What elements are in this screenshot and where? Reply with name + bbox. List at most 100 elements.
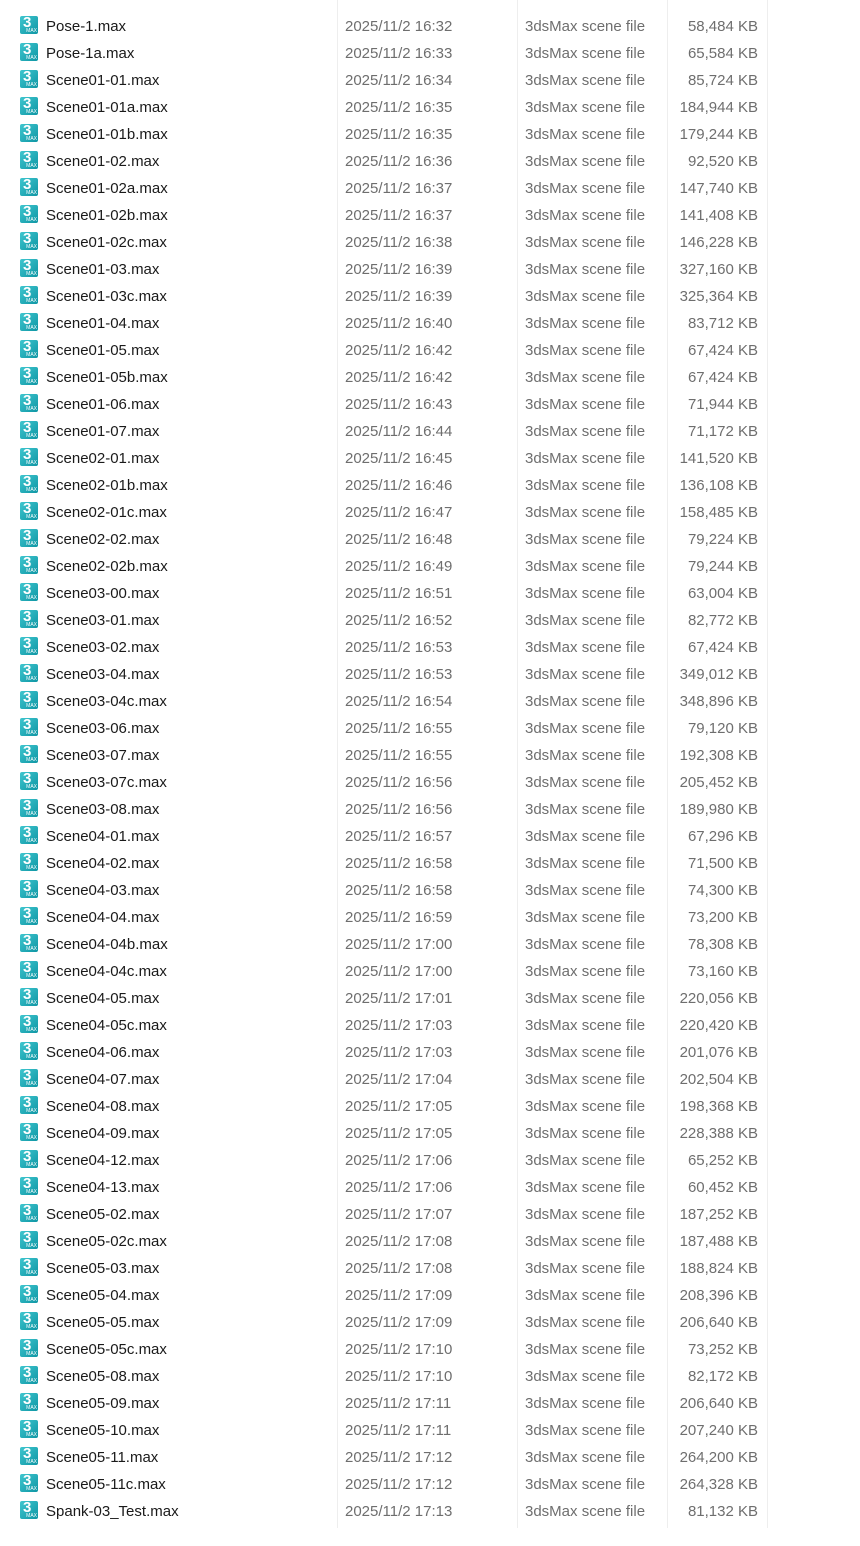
- file-row[interactable]: 3 MAX Scene04-06.max 2025/11/2 17:03 3dsMax …: [0, 1040, 860, 1067]
- file-row[interactable]: 3 MAX Scene04-05c.max 2025/11/2 17:03 3dsMax…: [0, 1013, 860, 1040]
- file-row[interactable]: 3 MAX Scene04-07.max 2025/11/2 17:04 3dsMax …: [0, 1067, 860, 1094]
- file-row[interactable]: 3 MAX Scene03-02.max 2025/11/2 16:53 3dsMax …: [0, 635, 860, 662]
- file-name[interactable]: Scene02-01.max: [46, 449, 159, 469]
- file-row[interactable]: 3 MAX Pose-1a.max 2025/11/2 16:33 3dsMax sce…: [0, 41, 860, 68]
- file-row[interactable]: 3 MAX Scene05-08.max 2025/11/2 17:10 3dsMax …: [0, 1364, 860, 1391]
- file-name[interactable]: Scene01-02c.max: [46, 233, 167, 253]
- file-name[interactable]: Scene05-04.max: [46, 1286, 159, 1306]
- file-row[interactable]: 3 MAX Pose-1.max 2025/11/2 16:32 3dsMax scen…: [0, 14, 860, 41]
- file-row[interactable]: 3 MAX Scene01-02.max 2025/11/2 16:36 3dsMax …: [0, 149, 860, 176]
- file-row[interactable]: 3 MAX Scene01-02c.max 2025/11/2 16:38 3dsMax…: [0, 230, 860, 257]
- file-row[interactable]: 3 MAX Scene03-04.max 2025/11/2 16:53 3dsMax …: [0, 662, 860, 689]
- file-row[interactable]: 3 MAX Scene02-01c.max 2025/11/2 16:47 3dsMax…: [0, 500, 860, 527]
- file-row[interactable]: 3 MAX Scene03-08.max 2025/11/2 16:56 3dsMax …: [0, 797, 860, 824]
- file-row[interactable]: 3 MAX Spank-03_Test.max 2025/11/2 17:13 3dsM…: [0, 1499, 860, 1526]
- file-name[interactable]: Scene01-04.max: [46, 314, 159, 334]
- file-name[interactable]: Scene03-00.max: [46, 584, 159, 604]
- file-name[interactable]: Scene05-09.max: [46, 1394, 159, 1414]
- file-name[interactable]: Scene05-02c.max: [46, 1232, 167, 1252]
- file-name[interactable]: Scene03-06.max: [46, 719, 159, 739]
- file-name[interactable]: Scene01-01a.max: [46, 98, 168, 118]
- file-row[interactable]: 3 MAX Scene04-04b.max 2025/11/2 17:00 3dsMax…: [0, 932, 860, 959]
- file-name[interactable]: Scene05-10.max: [46, 1421, 159, 1441]
- file-row[interactable]: 3 MAX Scene04-02.max 2025/11/2 16:58 3dsMax …: [0, 851, 860, 878]
- file-name[interactable]: Scene04-13.max: [46, 1178, 159, 1198]
- file-row[interactable]: 3 MAX Scene05-05.max 2025/11/2 17:09 3dsMax …: [0, 1310, 860, 1337]
- file-row[interactable]: 3 MAX Scene05-09.max 2025/11/2 17:11 3dsMax …: [0, 1391, 860, 1418]
- file-name[interactable]: Scene01-01.max: [46, 71, 159, 91]
- file-row[interactable]: 3 MAX Scene04-13.max 2025/11/2 17:06 3dsMax …: [0, 1175, 860, 1202]
- file-row[interactable]: 3 MAX Scene05-10.max 2025/11/2 17:11 3dsMax …: [0, 1418, 860, 1445]
- file-name[interactable]: Scene03-01.max: [46, 611, 159, 631]
- file-name[interactable]: Spank-03_Test.max: [46, 1502, 179, 1522]
- file-row[interactable]: 3 MAX Scene01-01.max 2025/11/2 16:34 3dsMax …: [0, 68, 860, 95]
- file-name[interactable]: Pose-1a.max: [46, 44, 134, 64]
- file-row[interactable]: 3 MAX Scene05-11.max 2025/11/2 17:12 3dsMax …: [0, 1445, 860, 1472]
- file-name[interactable]: Scene04-12.max: [46, 1151, 159, 1171]
- file-name[interactable]: Scene03-04c.max: [46, 692, 167, 712]
- file-row[interactable]: 3 MAX Scene05-11c.max 2025/11/2 17:12 3dsMax…: [0, 1472, 860, 1499]
- file-row[interactable]: 3 MAX Scene03-07c.max 2025/11/2 16:56 3dsMax…: [0, 770, 860, 797]
- file-row[interactable]: 3 MAX Scene02-02.max 2025/11/2 16:48 3dsMax …: [0, 527, 860, 554]
- file-row[interactable]: 3 MAX Scene04-08.max 2025/11/2 17:05 3dsMax …: [0, 1094, 860, 1121]
- file-name[interactable]: Scene04-05c.max: [46, 1016, 167, 1036]
- file-name[interactable]: Scene01-05b.max: [46, 368, 168, 388]
- file-name[interactable]: Scene04-05.max: [46, 989, 159, 1009]
- file-name[interactable]: Scene05-11c.max: [46, 1475, 166, 1495]
- file-name[interactable]: Scene01-01b.max: [46, 125, 168, 145]
- file-row[interactable]: 3 MAX Scene01-04.max 2025/11/2 16:40 3dsMax …: [0, 311, 860, 338]
- file-name[interactable]: Scene05-05c.max: [46, 1340, 167, 1360]
- file-row[interactable]: 3 MAX Scene04-04c.max 2025/11/2 17:00 3dsMax…: [0, 959, 860, 986]
- file-name[interactable]: Scene02-01b.max: [46, 476, 168, 496]
- file-name[interactable]: Scene01-05.max: [46, 341, 159, 361]
- file-name[interactable]: Scene01-02.max: [46, 152, 159, 172]
- file-name[interactable]: Scene03-07.max: [46, 746, 159, 766]
- file-name[interactable]: Scene02-01c.max: [46, 503, 167, 523]
- file-name[interactable]: Scene04-04c.max: [46, 962, 167, 982]
- file-name[interactable]: Scene03-04.max: [46, 665, 159, 685]
- file-name[interactable]: Scene03-02.max: [46, 638, 159, 658]
- file-name[interactable]: Scene03-08.max: [46, 800, 159, 820]
- file-row[interactable]: 3 MAX Scene04-12.max 2025/11/2 17:06 3dsMax …: [0, 1148, 860, 1175]
- file-row[interactable]: 3 MAX Scene05-04.max 2025/11/2 17:09 3dsMax …: [0, 1283, 860, 1310]
- file-name[interactable]: Scene01-07.max: [46, 422, 159, 442]
- file-name[interactable]: Scene02-02b.max: [46, 557, 168, 577]
- file-name[interactable]: Scene04-07.max: [46, 1070, 159, 1090]
- file-row[interactable]: 3 MAX Scene05-02c.max 2025/11/2 17:08 3dsMax…: [0, 1229, 860, 1256]
- file-row[interactable]: 3 MAX Scene01-02a.max 2025/11/2 16:37 3dsMax…: [0, 176, 860, 203]
- file-name[interactable]: Scene05-02.max: [46, 1205, 159, 1225]
- file-name[interactable]: Scene05-11.max: [46, 1448, 158, 1468]
- file-row[interactable]: 3 MAX Scene05-05c.max 2025/11/2 17:10 3dsMax…: [0, 1337, 860, 1364]
- file-name[interactable]: Scene04-04.max: [46, 908, 159, 928]
- file-name[interactable]: Scene01-06.max: [46, 395, 159, 415]
- file-name[interactable]: Scene04-01.max: [46, 827, 159, 847]
- file-row[interactable]: 3 MAX Scene03-00.max 2025/11/2 16:51 3dsMax …: [0, 581, 860, 608]
- file-row[interactable]: 3 MAX Scene01-01a.max 2025/11/2 16:35 3dsMax…: [0, 95, 860, 122]
- file-name[interactable]: Scene01-03c.max: [46, 287, 167, 307]
- file-name[interactable]: Scene01-02b.max: [46, 206, 168, 226]
- file-row[interactable]: 3 MAX Scene04-03.max 2025/11/2 16:58 3dsMax …: [0, 878, 860, 905]
- file-name[interactable]: Scene04-09.max: [46, 1124, 159, 1144]
- file-row[interactable]: 3 MAX Scene02-02b.max 2025/11/2 16:49 3dsMax…: [0, 554, 860, 581]
- file-name[interactable]: Scene03-07c.max: [46, 773, 167, 793]
- file-row[interactable]: 3 MAX Scene01-03c.max 2025/11/2 16:39 3dsMax…: [0, 284, 860, 311]
- file-name[interactable]: Scene04-03.max: [46, 881, 159, 901]
- file-row[interactable]: 3 MAX Scene03-01.max 2025/11/2 16:52 3dsMax …: [0, 608, 860, 635]
- file-row[interactable]: 3 MAX Scene01-01b.max 2025/11/2 16:35 3dsMax…: [0, 122, 860, 149]
- file-name[interactable]: Scene05-05.max: [46, 1313, 159, 1333]
- file-name[interactable]: Scene04-08.max: [46, 1097, 159, 1117]
- file-row[interactable]: 3 MAX Scene03-06.max 2025/11/2 16:55 3dsMax …: [0, 716, 860, 743]
- file-name[interactable]: Scene05-03.max: [46, 1259, 159, 1279]
- file-row[interactable]: 3 MAX Scene04-05.max 2025/11/2 17:01 3dsMax …: [0, 986, 860, 1013]
- file-name[interactable]: Scene04-04b.max: [46, 935, 168, 955]
- file-row[interactable]: 3 MAX Scene04-09.max 2025/11/2 17:05 3dsMax …: [0, 1121, 860, 1148]
- file-row[interactable]: 3 MAX Scene04-04.max 2025/11/2 16:59 3dsMax …: [0, 905, 860, 932]
- file-row[interactable]: 3 MAX Scene02-01b.max 2025/11/2 16:46 3dsMax…: [0, 473, 860, 500]
- file-name[interactable]: Scene01-02a.max: [46, 179, 168, 199]
- file-row[interactable]: 3 MAX Scene01-05.max 2025/11/2 16:42 3dsMax …: [0, 338, 860, 365]
- file-name[interactable]: Scene04-02.max: [46, 854, 159, 874]
- file-row[interactable]: 3 MAX Scene01-07.max 2025/11/2 16:44 3dsMax …: [0, 419, 860, 446]
- file-row[interactable]: 3 MAX Scene01-03.max 2025/11/2 16:39 3dsMax …: [0, 257, 860, 284]
- file-row[interactable]: 3 MAX Scene03-04c.max 2025/11/2 16:54 3dsMax…: [0, 689, 860, 716]
- file-name[interactable]: Scene01-03.max: [46, 260, 159, 280]
